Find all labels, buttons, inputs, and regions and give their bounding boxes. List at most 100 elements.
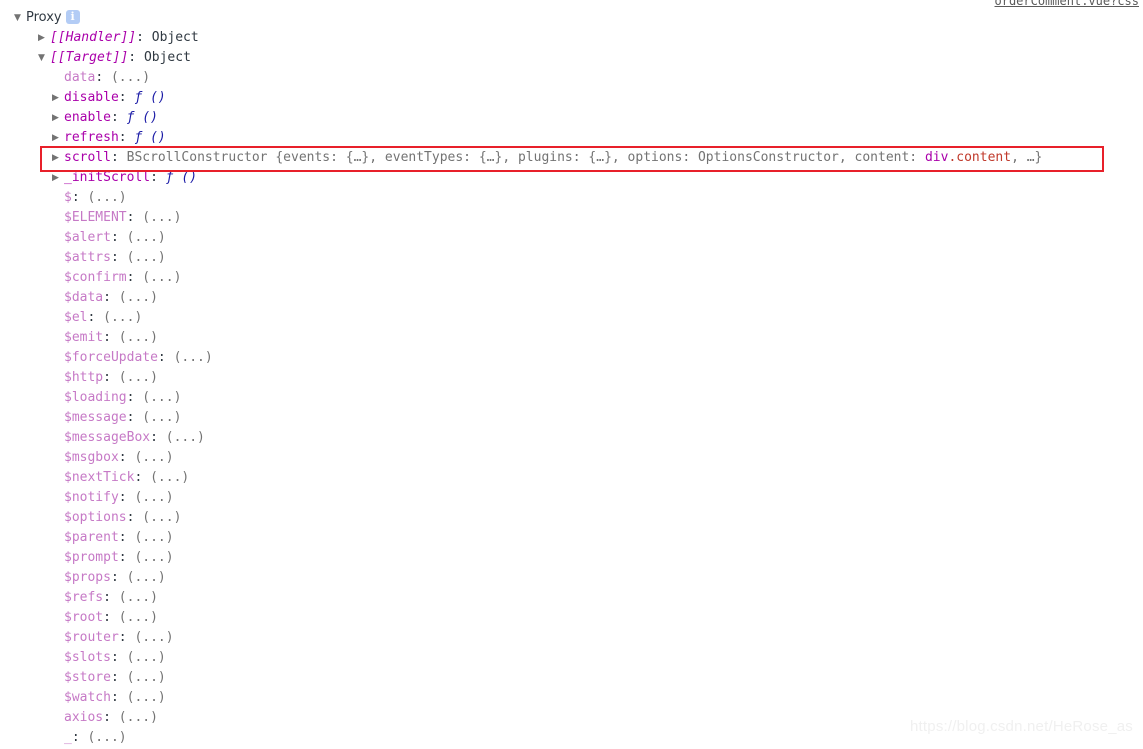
tree-row-value-ellipsis[interactable]: (...): [166, 430, 205, 445]
tree-row-value-ellipsis[interactable]: (...): [87, 190, 126, 205]
tree-row-dollar-prompt[interactable]: $prompt: (...): [0, 548, 1143, 568]
tree-row-key: $prompt: [64, 550, 119, 565]
scroll-content-tagname[interactable]: div: [925, 150, 948, 165]
tree-row-value-ellipsis[interactable]: (...): [119, 330, 158, 345]
tree-row-colon: :: [134, 470, 151, 485]
tree-row-value-ellipsis[interactable]: (...): [127, 690, 166, 705]
tree-row-value-ellipsis[interactable]: (...): [127, 250, 166, 265]
tree-row-value-ellipsis[interactable]: (...): [142, 410, 181, 425]
tree-row-dollar-root[interactable]: $root: (...): [0, 608, 1143, 628]
tree-row-value-ellipsis[interactable]: (...): [134, 550, 173, 565]
tree-row-value-ellipsis[interactable]: (...): [142, 510, 181, 525]
tree-row-value-ellipsis[interactable]: (...): [127, 230, 166, 245]
tree-row-value-ellipsis[interactable]: (...): [127, 570, 166, 585]
tree-row-value[interactable]: Object: [144, 50, 191, 65]
tree-row-value-ellipsis[interactable]: (...): [119, 370, 158, 385]
tree-row-dollar-props[interactable]: $props: (...): [0, 568, 1143, 588]
tree-row-initscroll[interactable]: ▶ _initScroll: ƒ (): [0, 168, 1143, 188]
tree-row-value-ellipsis[interactable]: (...): [134, 450, 173, 465]
tree-row-value-ellipsis[interactable]: (...): [150, 470, 189, 485]
tree-row-value-ellipsis[interactable]: (...): [111, 70, 150, 85]
tree-row-value-ellipsis[interactable]: (...): [119, 590, 158, 605]
tree-row-colon: :: [103, 590, 119, 605]
tree-row-dollar-messagebox[interactable]: $messageBox: (...): [0, 428, 1143, 448]
disclosure-triangle-right-icon[interactable]: ▶: [52, 108, 64, 128]
tree-row-key: scroll: [64, 150, 111, 165]
tree-row-dollar-store[interactable]: $store: (...): [0, 668, 1143, 688]
tree-row-value-function[interactable]: ƒ (): [134, 130, 165, 145]
tree-row-key: $ELEMENT: [64, 210, 127, 225]
tree-row-key: $watch: [64, 690, 111, 705]
tree-row-value-ellipsis[interactable]: (...): [119, 710, 158, 725]
tree-row-value-function[interactable]: ƒ (): [166, 170, 197, 185]
tree-row-dollar-http[interactable]: $http: (...): [0, 368, 1143, 388]
tree-row-value-ellipsis[interactable]: (...): [127, 670, 166, 685]
tree-row-key: $loading: [64, 390, 127, 405]
tree-row-dollar-el[interactable]: $el: (...): [0, 308, 1143, 328]
scroll-constructor-name: BScrollConstructor: [126, 150, 276, 165]
tree-row-key: enable: [64, 110, 111, 125]
tree-row-dollar-data[interactable]: $data: (...): [0, 288, 1143, 308]
tree-row-value-ellipsis[interactable]: (...): [142, 210, 181, 225]
tree-row-key: $attrs: [64, 250, 111, 265]
tree-row-value-ellipsis[interactable]: (...): [142, 390, 181, 405]
tree-row-key: data: [64, 70, 96, 85]
tree-row-dollar-options[interactable]: $options: (...): [0, 508, 1143, 528]
disclosure-triangle-down-icon[interactable]: ▼: [14, 8, 26, 28]
tree-row-value-ellipsis[interactable]: (...): [174, 350, 213, 365]
tree-row-colon: :: [103, 710, 119, 725]
tree-row-value-ellipsis[interactable]: (...): [134, 530, 173, 545]
tree-row-dollar-watch[interactable]: $watch: (...): [0, 688, 1143, 708]
tree-row-key: $parent: [64, 530, 119, 545]
tree-row-enable[interactable]: ▶ enable: ƒ (): [0, 108, 1143, 128]
tree-row-dollar-emit[interactable]: $emit: (...): [0, 328, 1143, 348]
tree-row-data[interactable]: data: (...): [0, 68, 1143, 88]
tree-row-value-ellipsis[interactable]: (...): [103, 310, 142, 325]
tree-row-value[interactable]: Object: [152, 30, 199, 45]
tree-row-value-function[interactable]: ƒ (): [127, 110, 158, 125]
disclosure-triangle-right-icon[interactable]: ▶: [38, 28, 50, 48]
tree-row-value-ellipsis[interactable]: (...): [134, 630, 173, 645]
tree-row-dollar-loading[interactable]: $loading: (...): [0, 388, 1143, 408]
disclosure-triangle-right-icon[interactable]: ▶: [52, 128, 64, 148]
tree-row-value-ellipsis[interactable]: (...): [134, 490, 173, 505]
tree-row-scroll[interactable]: ▶ scroll: BScrollConstructor {events: {…}…: [0, 148, 1143, 168]
tree-row-dollar-attrs[interactable]: $attrs: (...): [0, 248, 1143, 268]
tree-row-value-ellipsis[interactable]: (...): [119, 290, 158, 305]
tree-row-colon: :: [126, 410, 143, 425]
disclosure-triangle-right-icon[interactable]: ▶: [52, 148, 64, 168]
disclosure-triangle-down-icon[interactable]: ▼: [38, 48, 50, 68]
tree-row-value-function[interactable]: ƒ (): [134, 90, 165, 105]
tree-row-value-ellipsis[interactable]: (...): [142, 270, 181, 285]
info-icon[interactable]: i: [65, 9, 80, 24]
tree-row-dollar-confirm[interactable]: $confirm: (...): [0, 268, 1143, 288]
scroll-content-classname[interactable]: .content: [948, 150, 1011, 165]
tree-row-dollar-notify[interactable]: $notify: (...): [0, 488, 1143, 508]
tree-row-disable[interactable]: ▶ disable: ƒ (): [0, 88, 1143, 108]
tree-row-key: $notify: [64, 490, 119, 505]
tree-row-dollar-nexttick[interactable]: $nextTick: (...): [0, 468, 1143, 488]
source-file-link[interactable]: orderComment.vue?css: [995, 0, 1140, 8]
tree-row-key: $data: [64, 290, 104, 305]
tree-row-target[interactable]: ▼ [[Target]]: Object: [0, 48, 1143, 68]
disclosure-triangle-right-icon[interactable]: ▶: [52, 88, 64, 108]
tree-row-refresh[interactable]: ▶ refresh: ƒ (): [0, 128, 1143, 148]
tree-row-proxy-root[interactable]: ▼ Proxy i: [0, 8, 1143, 28]
tree-row-dollar-alert[interactable]: $alert: (...): [0, 228, 1143, 248]
tree-row-colon: :: [110, 670, 127, 685]
tree-row-dollar-slots[interactable]: $slots: (...): [0, 648, 1143, 668]
tree-row-dollar-message[interactable]: $message: (...): [0, 408, 1143, 428]
tree-row-colon: :: [71, 190, 88, 205]
tree-row-dollar-msgbox[interactable]: $msgbox: (...): [0, 448, 1143, 468]
tree-row-handler[interactable]: ▶ [[Handler]]: Object: [0, 28, 1143, 48]
tree-row-dollar-element[interactable]: $ELEMENT: (...): [0, 208, 1143, 228]
disclosure-triangle-right-icon[interactable]: ▶: [52, 168, 64, 188]
tree-row-dollar-forceupdate[interactable]: $forceUpdate: (...): [0, 348, 1143, 368]
tree-row-value-ellipsis[interactable]: (...): [119, 610, 158, 625]
tree-row-value-ellipsis[interactable]: (...): [127, 650, 166, 665]
tree-row-value-ellipsis[interactable]: (...): [87, 730, 126, 745]
tree-row-dollar-[interactable]: $: (...): [0, 188, 1143, 208]
tree-row-dollar-refs[interactable]: $refs: (...): [0, 588, 1143, 608]
tree-row-dollar-parent[interactable]: $parent: (...): [0, 528, 1143, 548]
tree-row-dollar-router[interactable]: $router: (...): [0, 628, 1143, 648]
